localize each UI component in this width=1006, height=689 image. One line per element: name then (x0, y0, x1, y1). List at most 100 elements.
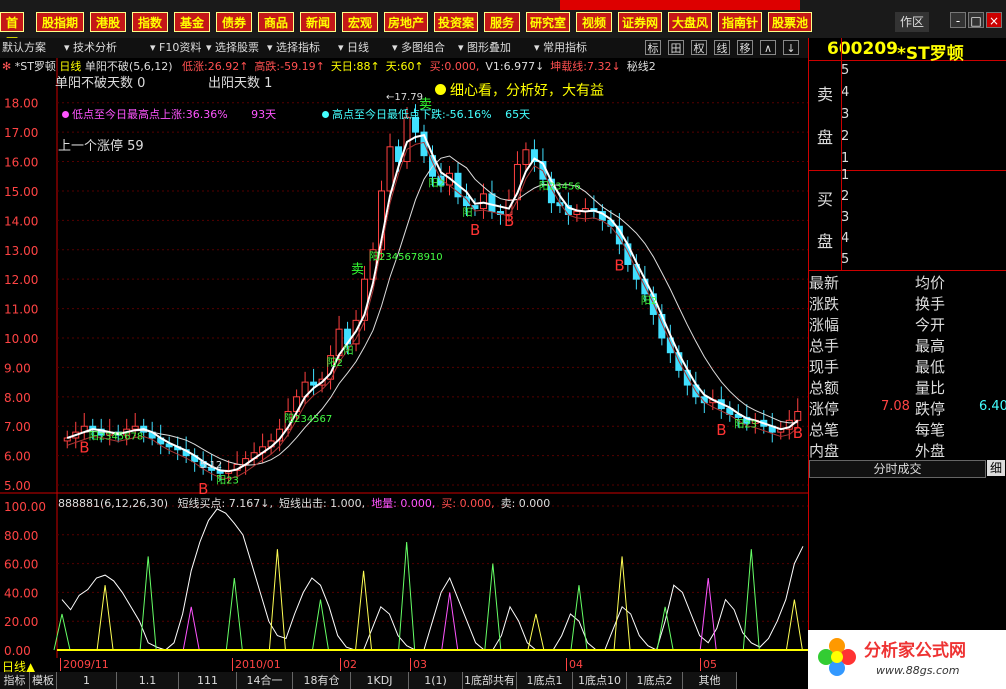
toolbar-item-6[interactable]: ▾ 多图组合 (392, 38, 445, 58)
quote-label-6: 涨停 (809, 400, 840, 418)
toolbar-btn-1[interactable]: 田 (668, 40, 684, 55)
low-days-label: 93天 (251, 108, 277, 121)
tab-8[interactable]: 房地产 (384, 12, 428, 32)
tab-6[interactable]: 新闻 (300, 12, 336, 32)
osc-stat-1: 短线出击: 1.000, (278, 497, 366, 510)
sell-label-top: 卖 (817, 85, 834, 104)
divider (809, 270, 1006, 271)
top-banner (560, 0, 800, 10)
candle-body (131, 425, 139, 430)
tab-0[interactable]: 股指期 (36, 12, 84, 32)
tab-16[interactable]: 股票池 (768, 12, 812, 32)
header-stat-7: 秘线2 (626, 60, 656, 73)
yellow-dot-icon (435, 84, 446, 95)
sell-level-2: 3 (841, 107, 850, 122)
bottom-tab-9[interactable]: 1底部共有 (463, 672, 517, 689)
osc-stat-4: 卖: 0.000 (500, 497, 551, 510)
bottom-tab-4[interactable]: 111 (179, 672, 237, 689)
bottom-tab-7[interactable]: 1KDJ (351, 672, 409, 689)
toolbar-item-7[interactable]: ▾ 图形叠加 (458, 38, 511, 58)
tab-10[interactable]: 服务 (484, 12, 520, 32)
quote-label-right-4: 最低 (915, 358, 946, 376)
candle-body (479, 193, 487, 210)
tab-9[interactable]: 投资案 (434, 12, 478, 32)
quote-label-right-0: 均价 (915, 274, 946, 292)
restore-button[interactable]: □ (968, 12, 984, 28)
quote-label-right-5: 量比 (915, 379, 946, 397)
workspace-button[interactable]: 作区 (895, 12, 929, 32)
tab-1[interactable]: 港股 (90, 12, 126, 32)
toolbar-btn-2[interactable]: 权 (691, 40, 707, 55)
header-stat-6: 坤载线:7.32↓ (550, 60, 621, 73)
time-axis-label-3: 03 (410, 658, 427, 671)
toolbar-item-3[interactable]: ▾ 选择股票 (206, 38, 259, 58)
quote-label-right-8: 外盘 (915, 442, 946, 460)
bottom-tab-8[interactable]: 1(1) (409, 672, 463, 689)
bottom-tab-10[interactable]: 1底点1 (517, 672, 573, 689)
flower-logo-icon (818, 638, 856, 676)
bottom-tab-13[interactable]: 其他 (683, 672, 737, 689)
toolbar-btn-6[interactable]: ↓ (783, 40, 799, 55)
logo-url: www.88gs.com (876, 664, 960, 677)
toolbar-item-0[interactable]: 默认方案 (2, 38, 46, 58)
bottom-tab-12[interactable]: 1底点2 (627, 672, 683, 689)
toolbar-btn-4[interactable]: 移 (737, 40, 753, 55)
header-stat-5: V1:6.977↓ (485, 60, 545, 73)
detail-tab[interactable]: 细 (987, 460, 1005, 476)
tab-15[interactable]: 指南针 (718, 12, 762, 32)
y-tick-label: 16.00 (4, 156, 38, 170)
yang-label-4: 阳 (344, 345, 354, 357)
bottom-tab-0[interactable]: 指标 (0, 672, 30, 689)
top-menu-bar: 首页 股指期港股指数基金债券商品新闻宏观房地产投资案服务研究室视频证券网大盘风指… (0, 0, 1006, 50)
toolbar-btn-5[interactable]: ∧ (760, 40, 776, 55)
buy-level-1: 2 (841, 189, 850, 204)
quote-label-5: 总额 (809, 379, 840, 397)
tab-home[interactable]: 首页 (0, 12, 24, 50)
quote-value-6: 7.08 (881, 399, 910, 414)
peak-price-label: ←17.79 (386, 92, 424, 103)
minimize-button[interactable]: - (950, 12, 966, 28)
toolbar-item-8[interactable]: ▾ 常用指标 (534, 38, 587, 58)
divider (841, 38, 842, 270)
toolbar-item-5[interactable]: ▾ 日线 (338, 38, 369, 58)
quote-panel: 600209 *ST罗顿 卖盘 5 4 3 2 1 买盘 1 2 3 4 5 最新 均价 涨跌 换手 涨幅 今开总… (808, 38, 1006, 658)
trough-price-label: 5.12 (200, 460, 223, 471)
buy-level-3: 4 (841, 231, 850, 246)
toolbar-item-1[interactable]: ▾ 技术分析 (64, 38, 117, 58)
toolbar-btn-3[interactable]: 线 (714, 40, 730, 55)
bottom-tab-5[interactable]: 14合一 (237, 672, 293, 689)
toolbar-btn-0[interactable]: 标 (645, 40, 661, 55)
bottom-tab-11[interactable]: 1底点10 (573, 672, 627, 689)
low-to-high-stat: 低点至今日最高点上涨:36.36% 93天 (62, 106, 276, 122)
y-tick-label: 9.00 (4, 361, 31, 375)
osc-y-tick-label: 100.00 (4, 500, 46, 514)
close-button[interactable]: × (986, 12, 1002, 28)
bottom-tab-2[interactable]: 1 (57, 672, 117, 689)
buy-label-bottom: 盘 (817, 232, 834, 251)
bottom-tab-6[interactable]: 18有仓 (293, 672, 351, 689)
bottom-tab-1[interactable]: 模板 (30, 672, 57, 689)
magenta-dot-icon (62, 111, 69, 118)
y-tick-label: 8.00 (4, 391, 31, 405)
toolbar-item-2[interactable]: ▾ F10资料 (150, 38, 201, 58)
tab-4[interactable]: 债券 (216, 12, 252, 32)
tab-7[interactable]: 宏观 (342, 12, 378, 32)
toolbar-item-4[interactable]: ▾ 选择指标 (267, 38, 320, 58)
tab-11[interactable]: 研究室 (526, 12, 570, 32)
tab-2[interactable]: 指数 (132, 12, 168, 32)
tab-14[interactable]: 大盘风 (668, 12, 712, 32)
quote-label-right-3: 最高 (915, 337, 946, 355)
tab-13[interactable]: 证券网 (618, 12, 662, 32)
tab-5[interactable]: 商品 (258, 12, 294, 32)
quote-label-right-7: 每笔 (915, 421, 946, 439)
yang-label-5: 阳2345678910 (369, 251, 443, 263)
quote-label-3: 总手 (809, 337, 840, 355)
quote-label-right-2: 今开 (915, 316, 946, 334)
tab-3[interactable]: 基金 (174, 12, 210, 32)
bottom-tab-3[interactable]: 1.1 (117, 672, 179, 689)
header-stat-4: 买:0.000, (429, 60, 480, 73)
low-to-high-label: 低点至今日最高点上涨:36.36% (72, 108, 228, 121)
tab-12[interactable]: 视频 (576, 12, 612, 32)
high-to-low-stat: 高点至今日最低点下跌:-56.16% 65天 (322, 106, 530, 122)
tick-trades-tab[interactable]: 分时成交 (809, 460, 986, 478)
